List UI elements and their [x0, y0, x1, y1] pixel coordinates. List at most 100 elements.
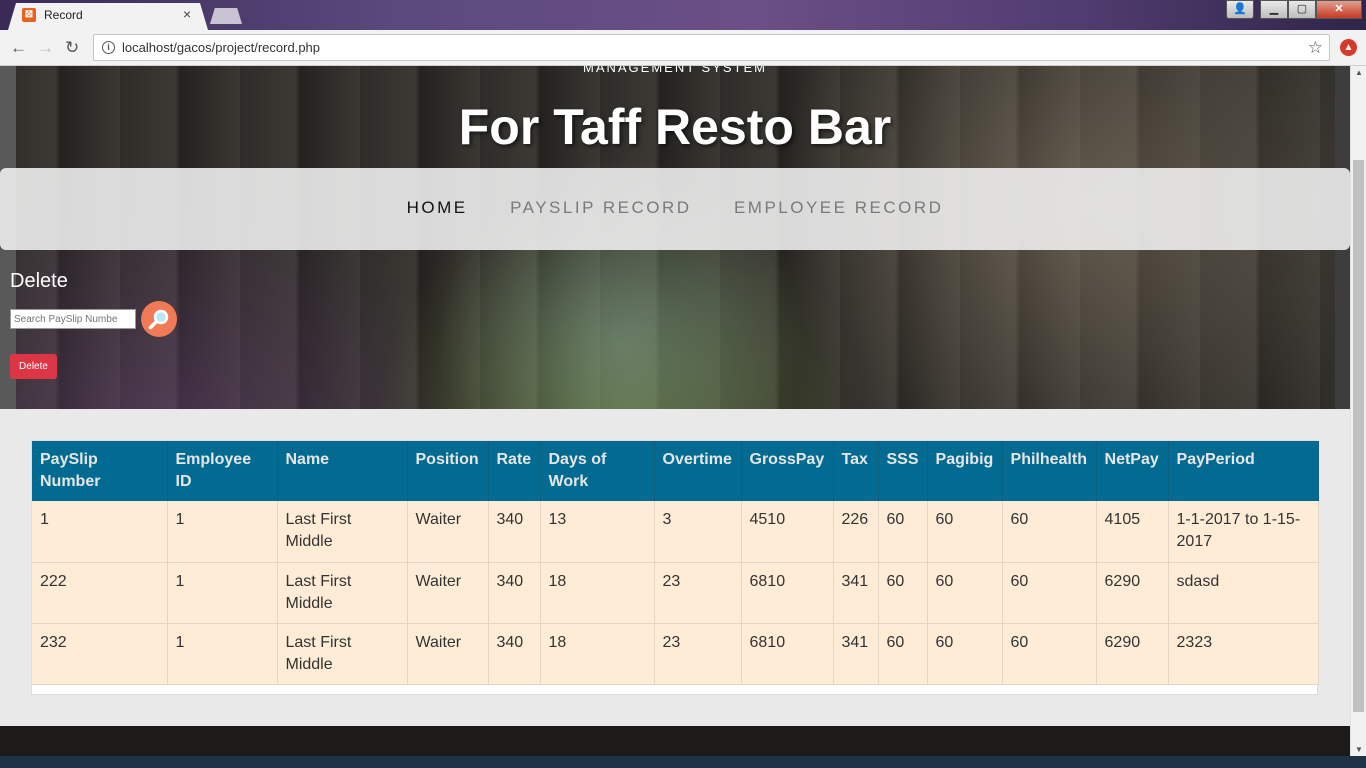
table-cell: 60: [927, 623, 1003, 685]
table-cell: 4105: [1096, 501, 1169, 563]
table-cell: 60: [878, 501, 928, 563]
window-titlebar: ⊠ Record × 👤 ▁ ▢ ✕: [0, 0, 1366, 30]
page-scrollbar[interactable]: ▲ ▼: [1350, 66, 1366, 756]
nav-employee-record[interactable]: EMPLOYEE RECORD: [734, 198, 943, 218]
payslip-table: PaySlip Number Employee ID Name Position…: [32, 441, 1320, 685]
table-panel: PaySlip Number Employee ID Name Position…: [0, 409, 1350, 726]
column-header: Days of Work: [540, 441, 655, 501]
forward-button[interactable]: →: [37, 38, 54, 58]
column-header: Overtime: [654, 441, 742, 501]
table-cell: 23: [654, 623, 742, 685]
user-profile-icon[interactable]: 👤: [1226, 0, 1254, 19]
info-icon[interactable]: i: [102, 41, 115, 54]
site-subtitle: MANAGEMENT SYSTEM: [582, 66, 767, 75]
xampp-favicon-icon: ⊠: [22, 8, 36, 22]
page-viewport: MANAGEMENT SYSTEM For Taff Resto Bar HOM…: [0, 66, 1350, 756]
table-cell: 60: [1002, 501, 1097, 563]
column-header: PayPeriod: [1168, 441, 1320, 501]
tab-title[interactable]: Record: [44, 8, 83, 22]
close-window-button[interactable]: ✕: [1316, 0, 1362, 19]
table-row: 222 1 Last First Middle Waiter 340 18 23…: [32, 562, 1320, 624]
scroll-down-icon[interactable]: ▼: [1355, 745, 1363, 754]
column-header: Employee ID: [167, 441, 278, 501]
table-header-row: PaySlip Number Employee ID Name Position…: [32, 441, 1320, 501]
table-cell: 13: [540, 501, 655, 563]
address-bar[interactable]: i localhost/gacos/project/record.php ☆: [93, 34, 1330, 61]
tab-close-icon[interactable]: ×: [183, 6, 191, 22]
table-cell: 1: [167, 501, 278, 563]
delete-button[interactable]: Delete: [10, 354, 57, 379]
table-cell: 1: [167, 623, 278, 685]
site-title: For Taff Resto Bar: [458, 99, 892, 155]
extension-icon[interactable]: ▲: [1340, 39, 1357, 56]
table-cell: 6810: [741, 623, 834, 685]
new-tab-button[interactable]: [210, 8, 242, 24]
table-cell: Last First Middle: [277, 501, 408, 563]
column-header: Position: [407, 441, 489, 501]
table-cell: 341: [833, 623, 879, 685]
table-row: 1 1 Last First Middle Waiter 340 13 3 45…: [32, 501, 1320, 563]
table-cell: 23: [654, 562, 742, 624]
table-cell: Last First Middle: [277, 623, 408, 685]
nav-home[interactable]: HOME: [407, 198, 468, 218]
table-cell: 226: [833, 501, 879, 563]
table-cell: Waiter: [407, 501, 489, 563]
column-header: GrossPay: [741, 441, 834, 501]
table-cell: 18: [540, 623, 655, 685]
table-cell: 2323: [1168, 623, 1320, 685]
table-cell: 60: [927, 501, 1003, 563]
table-cell: 6810: [741, 562, 834, 624]
table-cell: 341: [833, 562, 879, 624]
table-cell: 232: [32, 623, 168, 685]
table-cell: 60: [927, 562, 1003, 624]
table-cell: 18: [540, 562, 655, 624]
table-cell: 60: [1002, 562, 1097, 624]
table-cell: sdasd: [1168, 562, 1320, 624]
maximize-button[interactable]: ▢: [1288, 0, 1316, 19]
browser-tab[interactable]: [8, 3, 208, 30]
column-header: Pagibig: [927, 441, 1003, 501]
column-header: NetPay: [1096, 441, 1169, 501]
table-cell: 340: [488, 501, 541, 563]
back-button[interactable]: ←: [10, 38, 27, 58]
table-cell: Waiter: [407, 623, 489, 685]
table-cell: 60: [878, 562, 928, 624]
column-header: PaySlip Number: [32, 441, 168, 501]
column-header: Tax: [833, 441, 879, 501]
table-cell: 4510: [741, 501, 834, 563]
table-cell: 340: [488, 562, 541, 624]
table-cell: 60: [878, 623, 928, 685]
column-header: Name: [277, 441, 408, 501]
table-cell: 6290: [1096, 562, 1169, 624]
page-footer: [0, 726, 1350, 756]
scrollbar-thumb[interactable]: [1353, 160, 1364, 712]
bookmark-star-icon[interactable]: ☆: [1308, 38, 1323, 58]
nav-payslip-record[interactable]: PAYSLIP RECORD: [510, 198, 691, 218]
table-cell: Last First Middle: [277, 562, 408, 624]
payslip-table-container: PaySlip Number Employee ID Name Position…: [31, 440, 1320, 695]
search-button[interactable]: [141, 301, 177, 337]
delete-section-title: Delete: [10, 270, 68, 292]
scroll-up-icon[interactable]: ▲: [1355, 68, 1363, 77]
table-cell: 1: [32, 501, 168, 563]
main-navbar: HOME PAYSLIP RECORD EMPLOYEE RECORD: [0, 168, 1350, 250]
table-cell: 6290: [1096, 623, 1169, 685]
url-text[interactable]: localhost/gacos/project/record.php: [122, 40, 320, 55]
column-header: Rate: [488, 441, 541, 501]
table-cell: 222: [32, 562, 168, 624]
search-icon: [148, 309, 169, 330]
table-cell: 3: [654, 501, 742, 563]
window-controls: 👤 ▁ ▢ ✕: [1226, 0, 1362, 20]
table-row: 232 1 Last First Middle Waiter 340 18 23…: [32, 623, 1320, 685]
column-header: Philhealth: [1002, 441, 1097, 501]
column-header: SSS: [878, 441, 928, 501]
table-cell: 60: [1002, 623, 1097, 685]
table-cell: 1: [167, 562, 278, 624]
browser-toolbar: ← → ↻ i localhost/gacos/project/record.p…: [0, 30, 1366, 66]
os-taskbar: [0, 756, 1366, 768]
minimize-button[interactable]: ▁: [1260, 0, 1288, 19]
payslip-search-input[interactable]: [10, 309, 136, 329]
reload-button[interactable]: ↻: [65, 38, 79, 58]
table-cell: 1-1-2017 to 1-15-2017: [1168, 501, 1320, 563]
table-cell: Waiter: [407, 562, 489, 624]
